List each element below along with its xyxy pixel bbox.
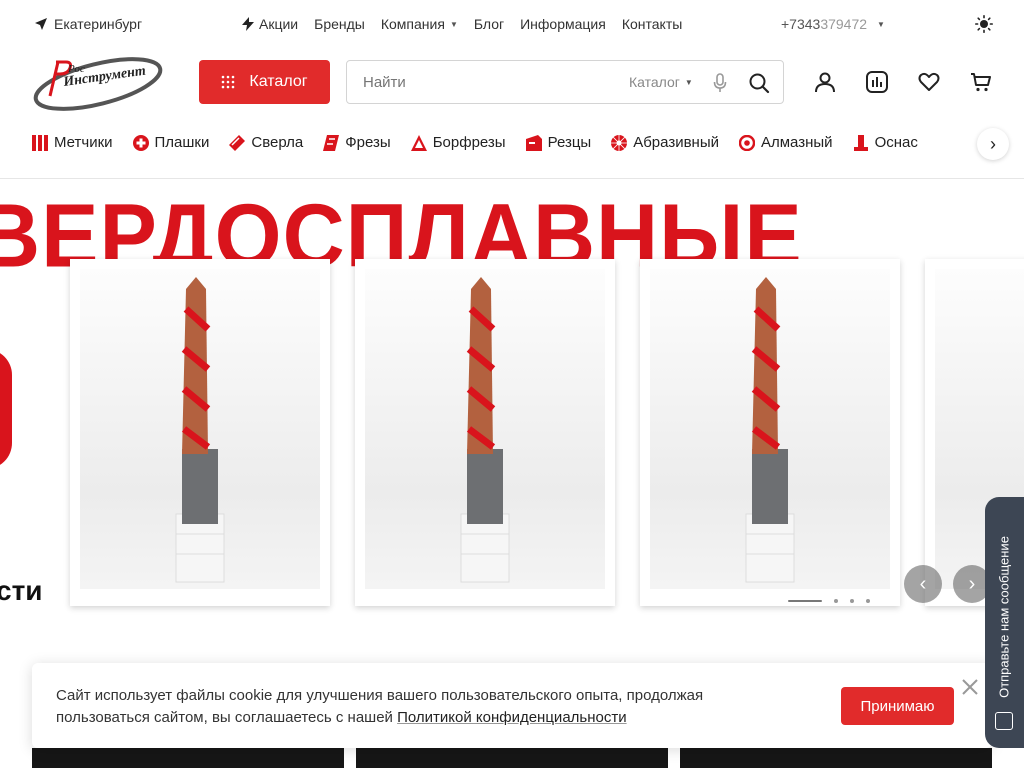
promo-tile[interactable] (680, 748, 992, 768)
chevron-right-icon: › (968, 572, 976, 595)
pagination-dot[interactable] (850, 599, 854, 603)
site-logo[interactable]: Рос Инструмент (32, 50, 168, 114)
sun-icon[interactable] (975, 15, 993, 33)
phone-number: +7343379472 (781, 16, 868, 32)
top-nav: Акции Бренды Компания ▼ Блог Информация … (242, 16, 682, 32)
hero-banner[interactable]: ВЕРДОСПЛАВНЫЕ сти ‹ › (0, 179, 1024, 634)
taps-icon (32, 134, 48, 151)
banner-red-shape (0, 349, 12, 469)
abrasive-icon (611, 134, 628, 151)
burrs-icon (410, 134, 427, 151)
microphone-icon[interactable] (713, 73, 727, 93)
category-dies[interactable]: Плашки (132, 134, 209, 151)
close-icon[interactable] (960, 677, 980, 697)
dies-icon (132, 134, 149, 151)
phone-selector[interactable]: +7343379472 ▼ (781, 16, 885, 32)
drill-image-card (355, 259, 615, 606)
nav-company[interactable]: Компания ▼ (381, 16, 458, 32)
category-mills[interactable]: Фрезы (323, 134, 391, 151)
search-scope-select[interactable]: Каталог ▼ (629, 74, 693, 90)
chevron-down-icon: ▼ (877, 19, 885, 29)
nav-info[interactable]: Информация (520, 16, 606, 32)
catalog-button[interactable]: Каталог (199, 60, 330, 104)
compare-icon[interactable] (866, 71, 888, 93)
search-input[interactable] (347, 73, 617, 91)
category-taps[interactable]: Метчики (32, 134, 113, 151)
search-icon[interactable] (748, 72, 770, 94)
lightning-icon (242, 17, 254, 31)
cart-icon[interactable] (970, 71, 992, 93)
nav-blog[interactable]: Блог (474, 16, 504, 32)
category-burrs[interactable]: Борфрезы (410, 134, 506, 151)
user-icon[interactable] (814, 71, 836, 93)
pagination-dot[interactable] (834, 599, 838, 603)
promo-tile[interactable] (356, 748, 668, 768)
drill-photo (460, 277, 510, 583)
pagination-dot[interactable] (788, 600, 822, 602)
grid-dots-icon (222, 75, 235, 89)
banner-subtitle: сти (0, 575, 43, 606)
diamond-icon (738, 134, 755, 151)
location-arrow-icon (35, 18, 47, 30)
category-nav: Метчики Плашки Сверла Фрезы Борфрезы Рез… (32, 134, 918, 151)
nav-contacts[interactable]: Контакты (622, 16, 682, 32)
category-drills[interactable]: Сверла (229, 134, 303, 151)
pagination-dot[interactable] (866, 599, 870, 603)
chevron-left-icon: ‹ (919, 572, 927, 595)
mills-icon (323, 134, 340, 151)
nav-brands[interactable]: Бренды (314, 16, 365, 32)
header-icons (814, 71, 992, 93)
catalog-button-label: Каталог (249, 73, 308, 90)
banner-pagination (788, 599, 870, 603)
message-icon (995, 712, 1013, 730)
chevron-right-icon: › (990, 133, 996, 154)
promo-tile[interactable] (32, 748, 344, 768)
cookie-text: Сайт использует файлы cookie для улучшен… (56, 687, 704, 726)
cutters-icon (525, 134, 542, 151)
cookie-accept-button[interactable]: Принимаю (841, 687, 954, 725)
category-cutters[interactable]: Резцы (525, 134, 591, 151)
category-diamond[interactable]: Алмазный (738, 134, 833, 151)
drills-icon (229, 134, 246, 151)
city-label: Екатеринбург (54, 16, 143, 32)
message-widget-label: Отправьте нам сообщение (996, 536, 1012, 698)
chevron-down-icon: ▼ (684, 77, 693, 87)
drill-image-card (70, 259, 330, 606)
drill-photo (175, 277, 225, 583)
drill-image-card (640, 259, 900, 606)
cookie-banner: Сайт использует файлы cookie для улучшен… (32, 663, 992, 748)
message-widget[interactable]: Отправьте нам сообщение (985, 497, 1024, 748)
drill-photo (745, 277, 795, 583)
category-tooling[interactable]: Оснас (853, 134, 918, 151)
top-bar: Екатеринбург Акции Бренды Компания ▼ Бло… (0, 0, 1024, 48)
category-scroll-next-button[interactable]: › (977, 128, 1009, 160)
privacy-policy-link[interactable]: Политикой конфиденциальности (397, 709, 627, 726)
category-abrasive[interactable]: Абразивный (611, 134, 719, 151)
heart-icon[interactable] (918, 71, 940, 93)
banner-prev-button[interactable]: ‹ (904, 565, 942, 603)
chevron-down-icon: ▼ (449, 19, 458, 29)
search-bar: Каталог ▼ (346, 60, 784, 104)
tooling-icon (853, 134, 868, 151)
city-selector[interactable]: Екатеринбург (34, 16, 142, 32)
nav-promotions[interactable]: Акции (242, 16, 298, 32)
